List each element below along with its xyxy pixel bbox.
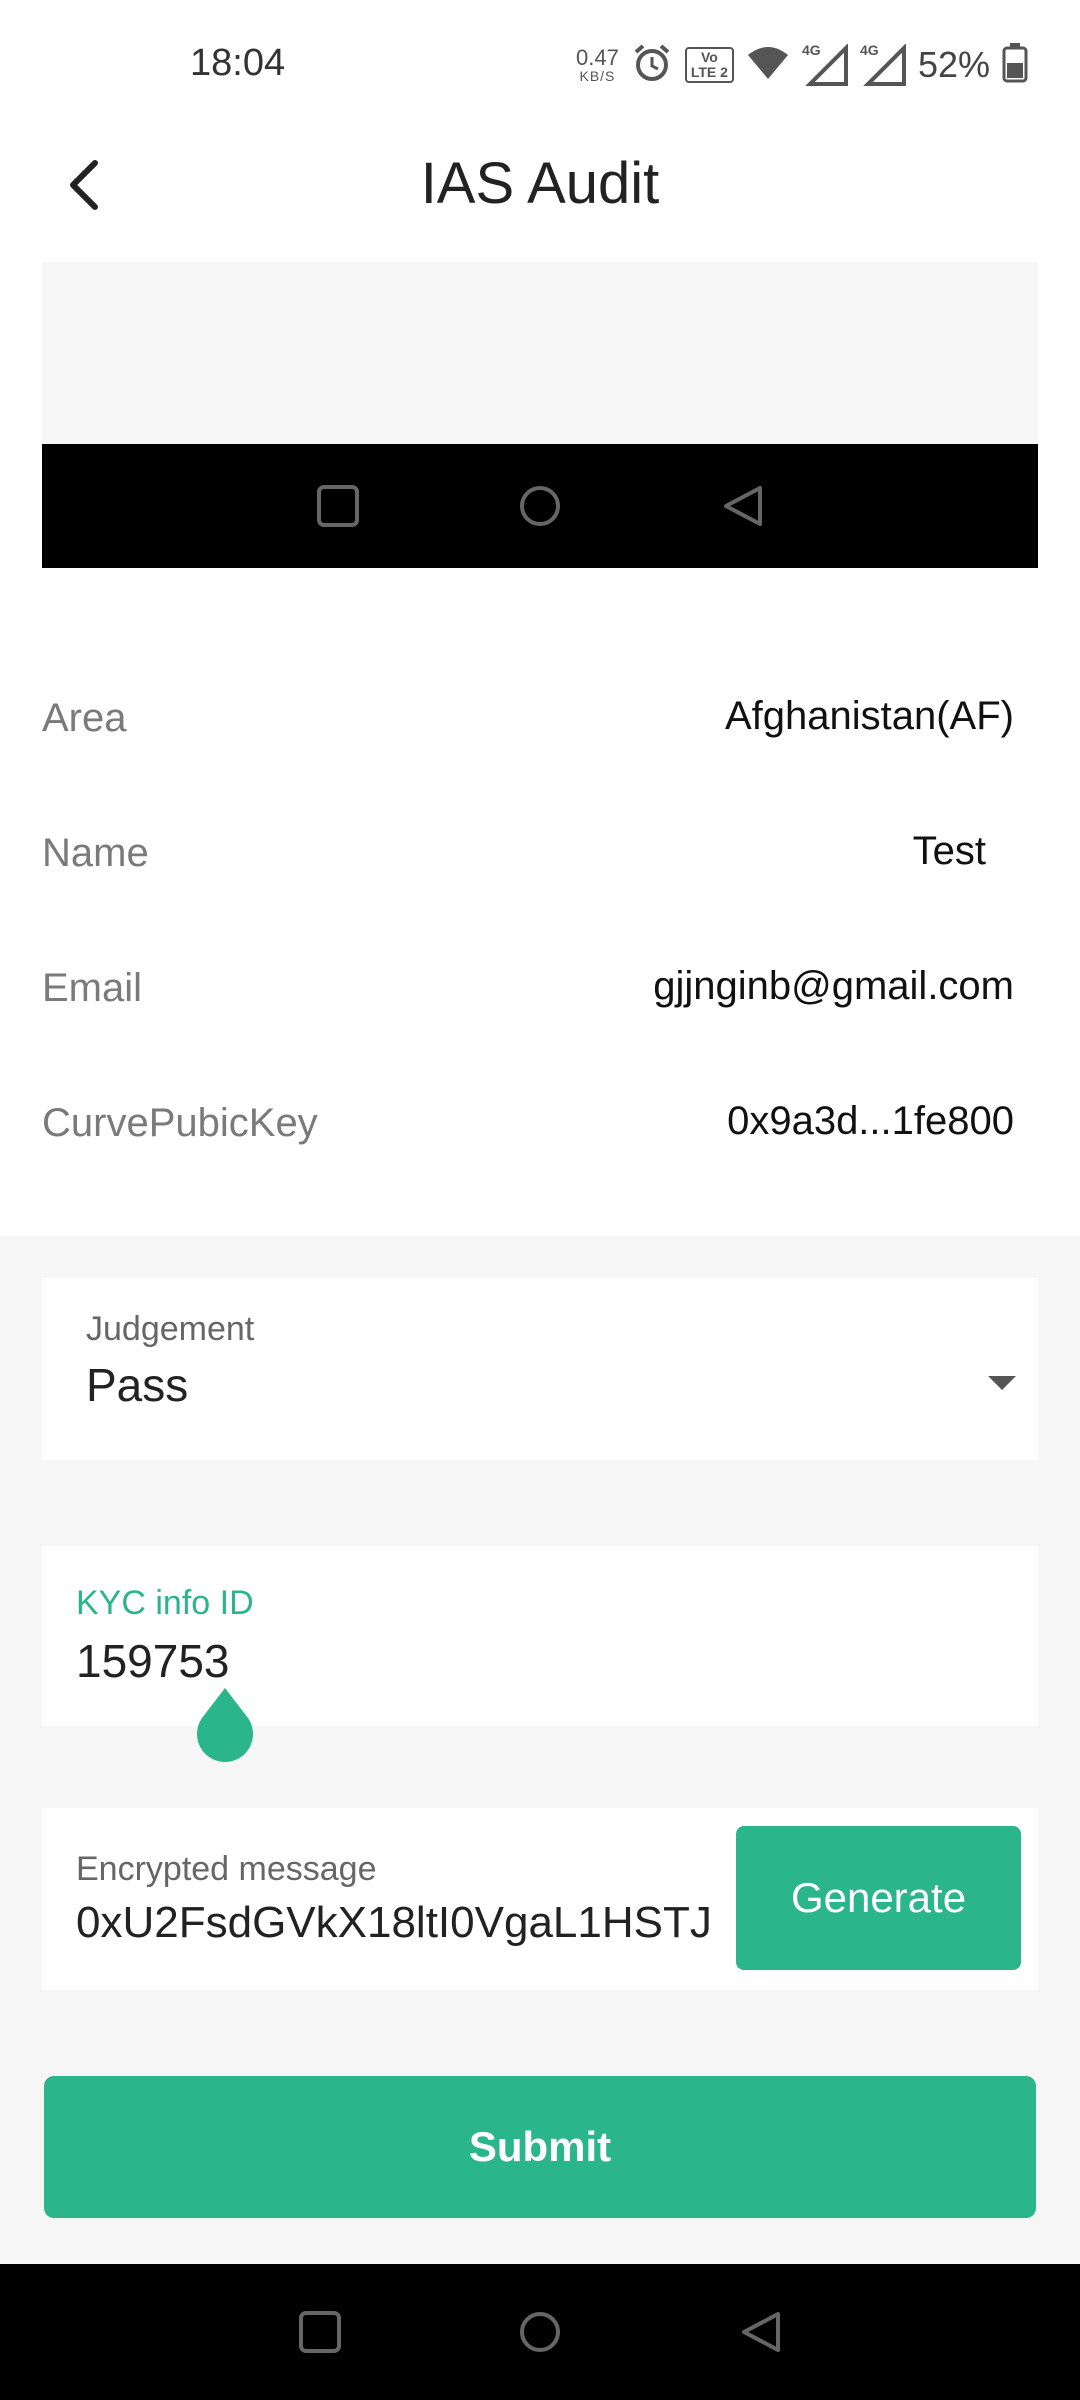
signal-sim2-tag: 4G [859,42,879,58]
judgement-value: Pass [86,1359,189,1411]
info-value: Test [912,829,986,873]
network-speed-unit: KB/S [579,68,616,84]
battery-percent: 52% [917,44,990,85]
info-label: Area [42,696,127,740]
battery-icon [1002,42,1028,88]
signal-sim1-icon: 4G [801,42,848,86]
app-header: IAS Audit [0,130,1080,250]
volte-label-top: Vo [700,49,718,65]
info-label: Name [42,831,149,875]
signal-sim2-icon: 4G [859,42,906,86]
page-title: IAS Audit [420,151,660,216]
triangle-left-icon[interactable] [738,2310,782,2359]
kyc-info-id-input[interactable]: 159753 [76,1634,230,1688]
kyc-info-id-field[interactable]: KYC info ID 159753 [42,1546,1038,1726]
info-value: gjjnginb@gmail.com [653,964,1014,1008]
preview-image-navbar [42,444,1038,568]
info-row-name: Name Test [42,821,1014,891]
document-image-preview[interactable] [42,262,1038,444]
info-row-email: Email gjjnginb@gmail.com [42,956,1014,1026]
text-cursor-handle-icon[interactable] [194,1688,256,1762]
kyc-info-id-label: KYC info ID [76,1584,254,1622]
info-label: CurvePubicKey [42,1101,318,1145]
caret-down-icon[interactable] [988,1376,1016,1390]
status-bar: 18:04 0.47 KB/S Vo LTE 2 4G 4G 52% [0,0,1080,130]
wifi-icon [746,45,790,86]
alarm-icon [631,42,673,89]
square-icon [316,484,360,533]
network-speed-value: 0.47 [576,45,619,70]
square-icon[interactable] [298,2310,342,2359]
info-label: Email [42,966,143,1010]
generate-button[interactable]: Generate [736,1826,1021,1970]
network-speed: 0.47 KB/S [576,45,619,84]
circle-icon [518,484,562,533]
info-value: 0x9a3d...1fe800 [727,1099,1014,1143]
circle-icon[interactable] [518,2310,562,2359]
volte-label-bottom: LTE 2 [690,64,728,80]
system-navbar [0,2264,1080,2400]
triangle-left-icon [720,484,764,533]
judgement-label: Judgement [86,1310,255,1348]
info-row-curve-key: CurvePubicKey 0x9a3d...1fe800 [42,1091,1014,1161]
status-time: 18:04 [190,42,286,84]
encrypted-message-input[interactable]: 0xU2FsdGVkX18ltI0VgaL1HSTJ [76,1898,752,1948]
judgement-dropdown[interactable]: Judgement Pass [42,1278,1038,1460]
status-icons: 0.47 KB/S Vo LTE 2 4G 4G 52% [576,40,1028,90]
signal-sim1-tag: 4G [801,42,821,58]
submit-button[interactable]: Submit [44,2076,1036,2218]
volte-icon: Vo LTE 2 [684,47,734,83]
info-value: Afghanistan(AF) [724,694,1014,738]
info-row-area: Area Afghanistan(AF) [42,686,1014,756]
encrypted-message-label: Encrypted message [76,1850,377,1888]
